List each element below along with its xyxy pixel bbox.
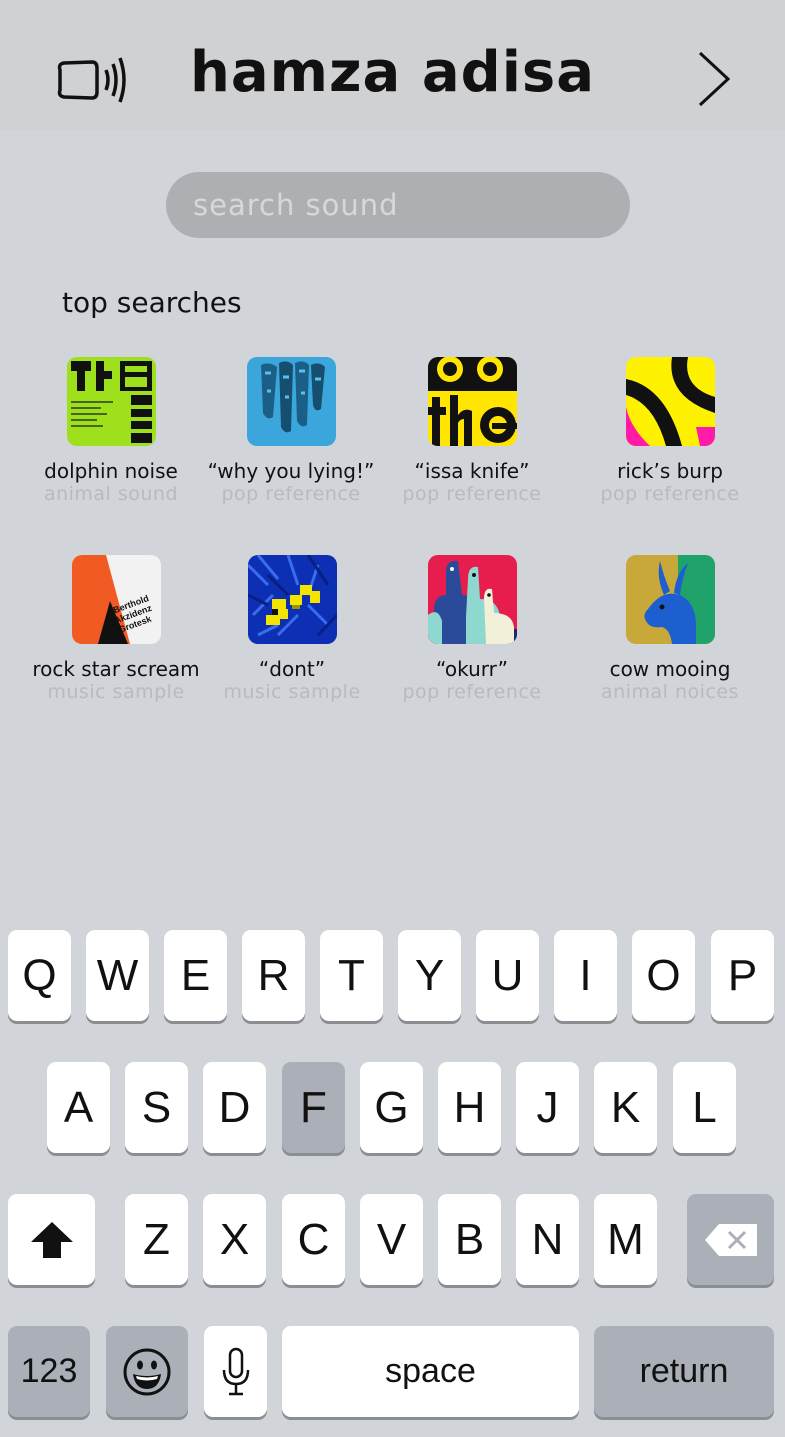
album-art-orange-grotesk: Berthold Akzidenz Grotesk [71, 555, 161, 644]
album-art-pink-llamas [427, 555, 517, 644]
on-screen-keyboard: Q W E R T Y U I O P A S D F G H J K L Z … [0, 910, 785, 1437]
key-k[interactable]: K [594, 1062, 657, 1153]
tile-title: “dont” [258, 657, 326, 681]
key-b[interactable]: B [438, 1194, 501, 1285]
numbers-key[interactable]: 123 [8, 1326, 90, 1417]
chevron-right-icon[interactable] [690, 48, 734, 110]
key-p[interactable]: P [711, 930, 774, 1021]
album-art-blue-sculpture [246, 357, 336, 446]
key-c[interactable]: C [282, 1194, 345, 1285]
key-u[interactable]: U [476, 930, 539, 1021]
key-t[interactable]: T [320, 930, 383, 1021]
tile-category: pop reference [402, 681, 542, 703]
top-searches-heading: top searches [62, 286, 242, 319]
tile-title: cow mooing [609, 657, 731, 681]
tile-category: animal noices [601, 681, 739, 703]
album-art-yellow-abstract [625, 357, 715, 446]
tile-title: rick’s burp [617, 459, 723, 483]
tile-category: music sample [223, 681, 361, 703]
key-v[interactable]: V [360, 1194, 423, 1285]
key-x[interactable]: X [203, 1194, 266, 1285]
tile-category: pop reference [221, 483, 361, 505]
tile-title: rock star scream [32, 657, 200, 681]
main-content: top searches [0, 130, 785, 910]
microphone-icon [222, 1347, 249, 1395]
emoji-key[interactable] [106, 1326, 188, 1417]
album-art-green-poster [66, 357, 156, 446]
key-e[interactable]: E [164, 930, 227, 1021]
search-tile-dont[interactable]: “dont” music sample [192, 555, 392, 703]
tile-title: “why you lying!” [207, 459, 375, 483]
smiley-icon [123, 1348, 171, 1395]
key-q[interactable]: Q [8, 930, 71, 1021]
tile-category: pop reference [402, 483, 542, 505]
album-art-antelope [625, 555, 715, 644]
tile-category: animal sound [43, 483, 179, 505]
key-m[interactable]: M [594, 1194, 657, 1285]
album-art-blue-pixel [247, 555, 337, 644]
tile-title: “issa knife” [414, 459, 530, 483]
key-a[interactable]: A [47, 1062, 110, 1153]
header-bar: hamza adisa [0, 0, 785, 130]
key-i[interactable]: I [554, 930, 617, 1021]
key-r[interactable]: R [242, 930, 305, 1021]
shift-key[interactable] [8, 1194, 95, 1285]
key-y[interactable]: Y [398, 930, 461, 1021]
search-tile-cow-mooing[interactable]: cow mooing animal noices [570, 555, 770, 703]
key-w[interactable]: W [86, 930, 149, 1021]
search-tile-dolphin-noise[interactable]: dolphin noise animal sound [11, 357, 211, 505]
tile-category: music sample [47, 681, 185, 703]
return-key[interactable]: return [594, 1326, 774, 1417]
key-h[interactable]: H [438, 1062, 501, 1153]
key-d[interactable]: D [203, 1062, 266, 1153]
search-tile-issa-knife[interactable]: “issa knife” pop reference [372, 357, 572, 505]
key-j[interactable]: J [516, 1062, 579, 1153]
search-tile-okurr[interactable]: “okurr” pop reference [372, 555, 572, 703]
space-key[interactable]: space [282, 1326, 579, 1417]
search-input[interactable] [166, 172, 630, 238]
shift-arrow-icon [30, 1221, 73, 1258]
album-art-yellow-type [427, 357, 517, 446]
key-z[interactable]: Z [125, 1194, 188, 1285]
key-g[interactable]: G [360, 1062, 423, 1153]
search-tile-why-you-lying[interactable]: “why you lying!” pop reference [191, 357, 391, 505]
key-o[interactable]: O [632, 930, 695, 1021]
delete-key[interactable] [687, 1194, 774, 1285]
key-n[interactable]: N [516, 1194, 579, 1285]
microphone-key[interactable] [204, 1326, 267, 1417]
key-l[interactable]: L [673, 1062, 736, 1153]
key-f[interactable]: F [282, 1062, 345, 1153]
tile-title: dolphin noise [44, 459, 178, 483]
page-title: hamza adisa [189, 40, 596, 105]
tile-category: pop reference [600, 483, 740, 505]
backspace-icon [704, 1223, 757, 1256]
tile-title: “okurr” [435, 657, 509, 681]
key-s[interactable]: S [125, 1062, 188, 1153]
search-tile-rock-star-scream[interactable]: Berthold Akzidenz Grotesk rock star scre… [16, 555, 216, 703]
search-tile-ricks-burp[interactable]: rick’s burp pop reference [570, 357, 770, 505]
